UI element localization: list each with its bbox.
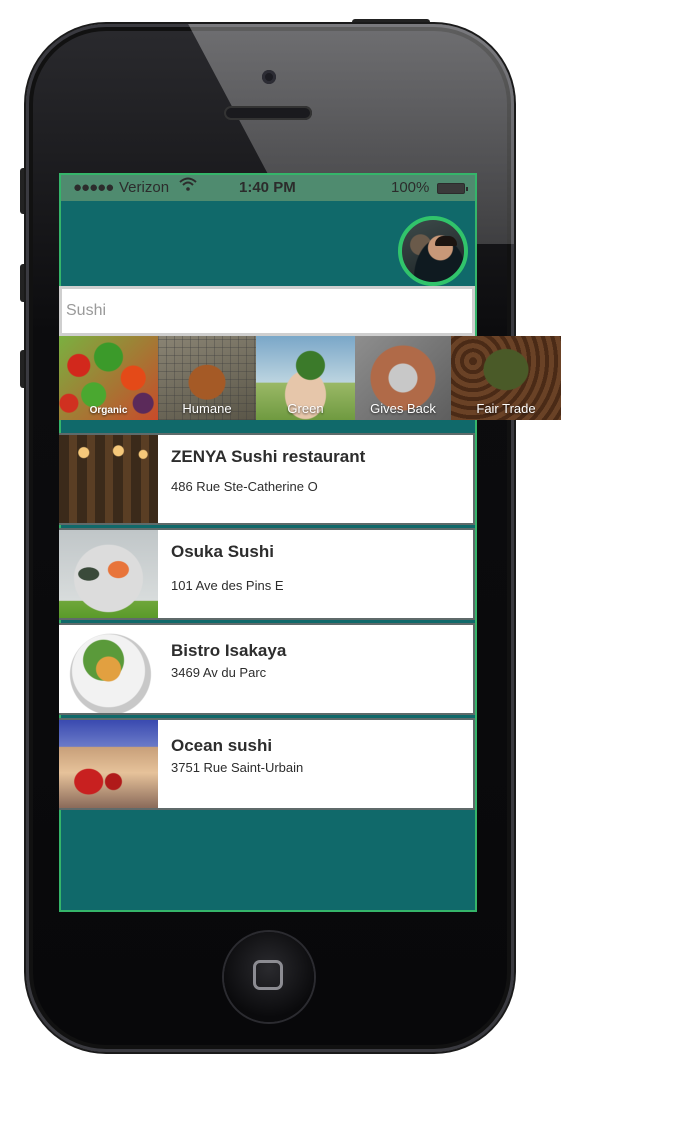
restaurant-list: ZENYA Sushi restaurant 486 Rue Ste-Cathe…: [59, 433, 475, 813]
status-time: 1:40 PM: [239, 179, 296, 196]
category-organic[interactable]: Organic: [59, 336, 158, 420]
search-input[interactable]: [62, 289, 472, 333]
category-label: Gives Back: [370, 401, 436, 416]
restaurant-item[interactable]: Ocean sushi 3751 Rue Saint-Urbain: [59, 718, 475, 810]
category-fair-trade[interactable]: Fair Trade: [451, 336, 561, 420]
restaurant-address: 3751 Rue Saint-Urbain: [171, 760, 304, 775]
category-humane[interactable]: Humane: [158, 336, 256, 420]
category-green[interactable]: Green: [256, 336, 355, 420]
category-gives-back[interactable]: Gives Back: [355, 336, 451, 420]
restaurant-item[interactable]: Osuka Sushi 101 Ave des Pins E: [59, 528, 475, 620]
restaurant-name: Osuka Sushi: [171, 542, 274, 561]
restaurant-item[interactable]: ZENYA Sushi restaurant 486 Rue Ste-Cathe…: [59, 433, 475, 525]
search-bar[interactable]: [59, 286, 475, 336]
restaurant-address: 486 Rue Ste-Catherine O: [171, 479, 318, 494]
status-bar: ●●●●● Verizon 1:40 PM 100%: [59, 173, 477, 201]
earpiece-speaker: [224, 106, 312, 120]
carrier-name: Verizon: [119, 179, 170, 196]
restaurant-item[interactable]: Bistro Isakaya 3469 Av du Parc: [59, 623, 475, 715]
avatar-hair: [435, 236, 457, 246]
category-label: Green: [287, 401, 324, 416]
restaurant-thumbnail: [59, 625, 158, 713]
wifi-icon: [179, 177, 197, 196]
home-square-icon: [253, 960, 283, 990]
restaurant-name: Bistro Isakaya: [171, 641, 287, 660]
battery-icon: [437, 183, 468, 194]
restaurant-name: Ocean sushi: [171, 736, 273, 755]
restaurant-address: 3469 Av du Parc: [171, 665, 267, 680]
front-camera: [262, 70, 276, 84]
category-label: Humane: [182, 401, 232, 416]
restaurant-thumbnail: [59, 435, 158, 523]
category-label: Organic: [89, 405, 128, 416]
battery-percent: 100%: [391, 179, 430, 196]
signal-strength: ●●●●●: [73, 179, 114, 196]
category-strip: Organic Humane Green Gives Back Fair Tra…: [59, 336, 561, 420]
restaurant-thumbnail: [59, 530, 158, 618]
restaurant-address: 101 Ave des Pins E: [171, 578, 284, 593]
restaurant-name: ZENYA Sushi restaurant: [171, 447, 366, 466]
user-avatar[interactable]: [398, 216, 468, 286]
category-label: Fair Trade: [476, 401, 536, 416]
restaurant-thumbnail: [59, 720, 158, 808]
